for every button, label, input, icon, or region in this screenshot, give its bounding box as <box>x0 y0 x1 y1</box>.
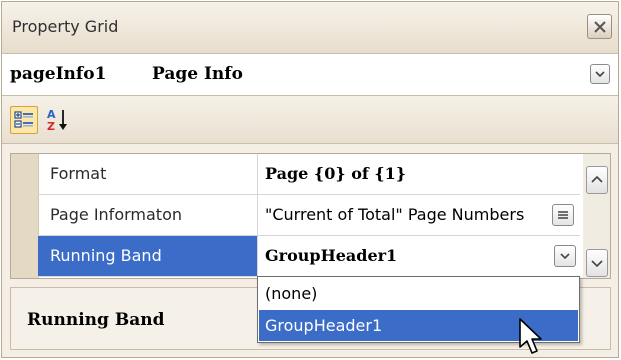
window-title: Property Grid <box>12 17 119 36</box>
property-value[interactable]: "Current of Total" Page Numbers <box>259 195 580 235</box>
property-name: Format <box>38 154 258 194</box>
dropdown-option-none[interactable]: (none) <box>259 278 578 309</box>
selected-object-type: Page Info <box>152 64 243 84</box>
grid-margin <box>11 154 39 278</box>
scroll-up-button[interactable] <box>586 166 608 194</box>
property-row-page-information[interactable]: Page Informaton "Current of Total" Page … <box>38 195 580 236</box>
value-dropdown-button[interactable] <box>554 245 576 267</box>
property-grid-toolbar: A Z <box>2 96 618 144</box>
close-icon <box>593 20 606 33</box>
object-selector[interactable]: pageInfo1 Page Info <box>2 54 618 96</box>
chevron-down-icon <box>591 65 609 83</box>
title-bar: Property Grid <box>2 2 618 54</box>
property-name: Running Band <box>38 236 258 276</box>
property-value[interactable]: GroupHeader1 <box>259 236 580 276</box>
property-name: Page Informaton <box>38 195 258 235</box>
categorized-view-icon <box>11 107 37 133</box>
close-button[interactable] <box>587 14 612 39</box>
property-value-text: GroupHeader1 <box>265 246 398 265</box>
mouse-cursor-icon <box>518 317 548 359</box>
property-row-format[interactable]: Format Page {0} of {1} <box>38 154 580 195</box>
object-selector-dropdown-button[interactable] <box>590 64 610 84</box>
property-value-text: "Current of Total" Page Numbers <box>265 205 525 224</box>
vertical-scrollbar[interactable] <box>583 154 610 278</box>
ellipsis-icon <box>553 205 573 225</box>
property-grid: Format Page {0} of {1} Page Informaton "… <box>10 153 611 279</box>
alphabetical-view-button[interactable]: A Z <box>44 106 72 134</box>
property-value[interactable]: Page {0} of {1} <box>259 154 580 194</box>
chevron-down-icon <box>587 250 607 276</box>
chevron-down-icon <box>555 246 575 266</box>
categorized-view-button[interactable] <box>10 106 38 134</box>
scroll-down-button[interactable] <box>586 249 608 277</box>
svg-text:Z: Z <box>47 120 55 133</box>
chevron-up-icon <box>587 167 607 193</box>
description-title: Running Band <box>27 310 165 330</box>
sort-alphabetical-icon: A Z <box>44 106 72 134</box>
ellipsis-button[interactable] <box>552 204 574 226</box>
selected-object-name: pageInfo1 <box>10 64 107 84</box>
property-row-running-band[interactable]: Running Band GroupHeader1 <box>38 236 580 277</box>
